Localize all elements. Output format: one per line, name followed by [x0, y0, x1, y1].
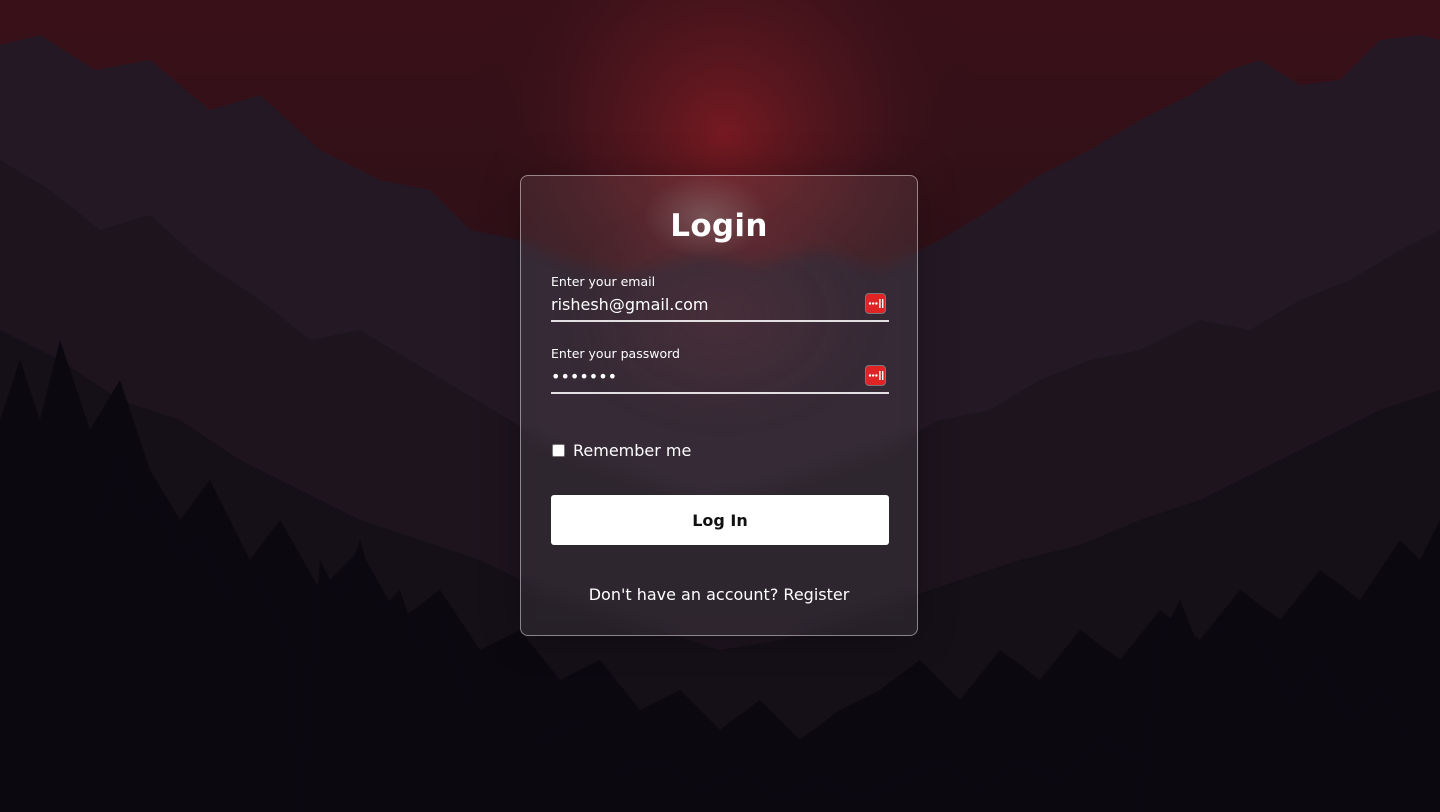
email-input[interactable]	[551, 293, 851, 315]
email-field: Enter your email	[551, 274, 889, 322]
password-label: Enter your password	[551, 346, 680, 361]
register-prompt-text: Don't have an account?	[588, 585, 779, 604]
login-title: Login	[670, 208, 768, 244]
remember-me-label[interactable]: Remember me	[573, 441, 691, 460]
login-card: Login Enter your email Enter your passwo…	[520, 175, 918, 636]
password-field: Enter your password	[551, 346, 889, 394]
email-label: Enter your email	[551, 274, 656, 289]
password-input[interactable]	[551, 365, 851, 387]
password-manager-icon[interactable]	[866, 366, 885, 385]
log-in-button[interactable]: Log In	[551, 495, 889, 545]
register-prompt: Don't have an account? Register	[521, 585, 917, 604]
register-link[interactable]: Register	[783, 585, 849, 604]
remember-me-checkbox[interactable]	[552, 443, 565, 457]
remember-me-row: Remember me	[552, 440, 691, 460]
password-manager-icon[interactable]	[866, 294, 885, 313]
